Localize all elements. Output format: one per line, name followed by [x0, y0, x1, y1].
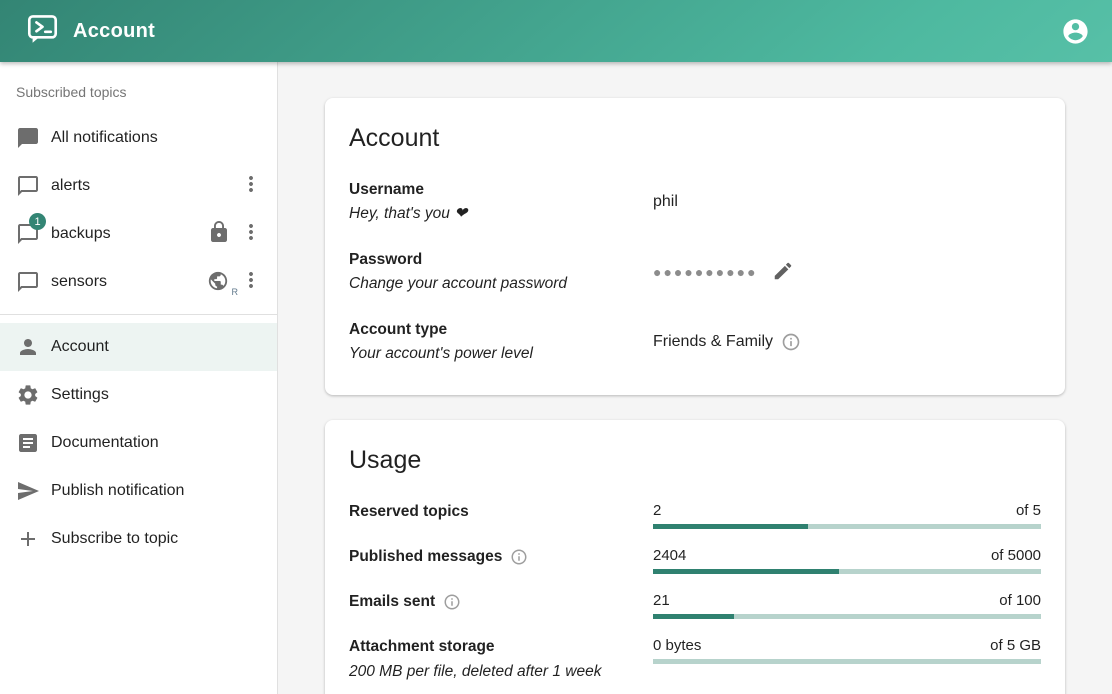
sidebar-item-subscribe-to-topic[interactable]: Subscribe to topic — [0, 515, 277, 563]
lock-icon — [207, 220, 231, 249]
progress-bar — [653, 569, 1041, 574]
usage-limit: of 5 GB — [990, 636, 1041, 656]
emails-sent-label: Emails sent — [349, 591, 435, 613]
reserved-topics-label: Reserved topics — [349, 501, 653, 523]
password-label: Password — [349, 249, 653, 271]
sidebar-divider — [0, 314, 277, 315]
nav-label: Publish notification — [51, 482, 184, 500]
account-avatar-icon[interactable] — [1061, 17, 1090, 46]
account-card: Account Username Hey, that's you ❤ phil … — [325, 98, 1065, 395]
nav-label: Settings — [51, 386, 109, 404]
sidebar-item-all-notifications[interactable]: All notifications — [0, 114, 277, 162]
usage-card-title: Usage — [349, 446, 1041, 475]
username-label: Username — [349, 179, 653, 201]
progress-bar — [653, 524, 1041, 529]
progress-bar — [653, 659, 1041, 664]
password-row: Password Change your account password ●●… — [349, 249, 1041, 295]
sidebar-item-documentation[interactable]: Documentation — [0, 419, 277, 467]
attachment-storage-label: Attachment storage — [349, 636, 653, 658]
topic-label: backups — [51, 225, 111, 243]
usage-value: 2 — [653, 501, 661, 521]
subscribed-topics-heading: Subscribed topics — [0, 70, 277, 114]
password-sublabel: Change your account password — [349, 273, 653, 295]
usage-limit: of 5 — [1016, 501, 1041, 521]
progress-fill — [653, 614, 734, 619]
usage-value: 2404 — [653, 546, 686, 566]
masked-password: ●●●●●●●●●● — [653, 264, 758, 280]
progress-fill — [653, 569, 839, 574]
published-messages-row: Published messages 2404 of 5000 — [349, 546, 1041, 574]
sidebar: Subscribed topics All notifications aler… — [0, 62, 278, 694]
unread-count-badge: 1 — [29, 213, 46, 230]
account-type-label: Account type — [349, 319, 653, 341]
chat-bubble-outline-icon: 1 — [16, 222, 40, 246]
app-header: Account — [0, 0, 1112, 62]
progress-bar — [653, 614, 1041, 619]
usage-card: Usage Reserved topics 2 of 5 Published m… — [325, 420, 1065, 694]
main-content: Account Username Hey, that's you ❤ phil … — [278, 62, 1112, 694]
username-row: Username Hey, that's you ❤ phil — [349, 179, 1041, 225]
password-value: ●●●●●●●●●● — [653, 260, 794, 285]
sidebar-item-account[interactable]: Account — [0, 323, 277, 371]
chat-bubble-outline-icon — [16, 270, 40, 294]
account-type-value: Friends & Family — [653, 333, 773, 351]
sidebar-item-topic-alerts[interactable]: alerts — [0, 162, 277, 210]
article-icon — [16, 431, 40, 455]
nav-label: Account — [51, 338, 109, 356]
chat-bubble-filled-icon — [16, 126, 40, 150]
usage-limit: of 100 — [999, 591, 1041, 611]
topic-label: sensors — [51, 273, 107, 291]
usage-limit: of 5000 — [991, 546, 1041, 566]
emails-sent-row: Emails sent 21 of 100 — [349, 591, 1041, 619]
attachment-storage-sublabel: 200 MB per file, deleted after 1 week — [349, 661, 653, 683]
page-title: Account — [73, 20, 155, 43]
sidebar-item-publish-notification[interactable]: Publish notification — [0, 467, 277, 515]
pencil-icon — [772, 260, 794, 285]
account-type-row: Account type Your account's power level … — [349, 319, 1041, 365]
sidebar-item-topic-backups[interactable]: 1 backups — [0, 210, 277, 258]
account-card-title: Account — [349, 124, 1041, 153]
chat-bubble-outline-icon — [16, 174, 40, 198]
progress-fill — [653, 524, 808, 529]
published-messages-label: Published messages — [349, 546, 502, 568]
topic-label: alerts — [51, 177, 90, 195]
globe-reserved-icon: R — [207, 270, 231, 294]
ntfy-logo-icon — [26, 12, 59, 50]
plus-icon — [16, 527, 40, 551]
topic-menu-kebab-icon[interactable] — [239, 172, 263, 201]
nav-label: Documentation — [51, 434, 159, 452]
reserved-marker: R — [232, 287, 239, 297]
sidebar-item-settings[interactable]: Settings — [0, 371, 277, 419]
send-icon — [16, 479, 40, 503]
info-icon[interactable] — [781, 332, 801, 352]
topic-menu-kebab-icon[interactable] — [239, 268, 263, 297]
edit-password-button[interactable] — [772, 260, 794, 285]
nav-label: Subscribe to topic — [51, 530, 178, 548]
username-value: phil — [653, 193, 678, 211]
info-icon[interactable] — [510, 548, 528, 566]
gear-icon — [16, 383, 40, 407]
info-icon[interactable] — [443, 593, 461, 611]
usage-value: 0 bytes — [653, 636, 701, 656]
topic-menu-kebab-icon[interactable] — [239, 220, 263, 249]
sidebar-item-topic-sensors[interactable]: sensors R — [0, 258, 277, 306]
person-icon — [16, 335, 40, 359]
account-type-sublabel: Your account's power level — [349, 343, 653, 365]
attachment-storage-row: Attachment storage 200 MB per file, dele… — [349, 636, 1041, 683]
topic-label: All notifications — [51, 129, 158, 147]
usage-value: 21 — [653, 591, 670, 611]
reserved-topics-row: Reserved topics 2 of 5 — [349, 501, 1041, 529]
username-sublabel: Hey, that's you ❤ — [349, 203, 653, 225]
